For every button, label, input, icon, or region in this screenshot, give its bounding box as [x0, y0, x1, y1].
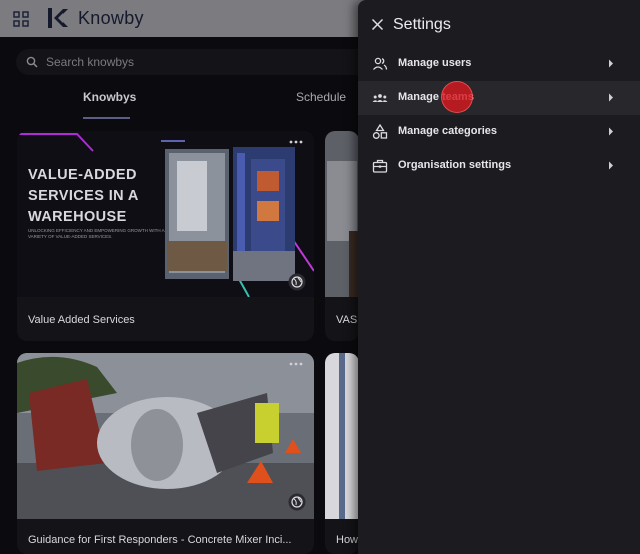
globe-icon — [288, 273, 306, 291]
card-title: Guidance for First Responders - Concrete… — [28, 534, 292, 546]
teams-icon — [372, 94, 388, 102]
globe-icon — [288, 493, 306, 511]
close-icon[interactable] — [371, 18, 384, 31]
settings-drawer: Settings Manage users Manage teams Manag… — [358, 0, 640, 554]
menu-item-organisation-settings[interactable]: Organisation settings — [358, 149, 640, 183]
tab-knowbys[interactable]: Knowbys — [83, 90, 136, 104]
card-title: How — [336, 534, 359, 546]
tab-selected-indicator — [83, 117, 130, 119]
knowby-card[interactable]: VAS — [325, 131, 359, 341]
more-options-icon[interactable] — [288, 361, 304, 367]
chevron-right-icon — [609, 127, 613, 136]
menu-item-label: Manage teams — [398, 91, 474, 103]
knowby-logo-icon[interactable] — [47, 8, 69, 28]
drawer-title: Settings — [393, 16, 451, 33]
chevron-right-icon — [609, 161, 613, 170]
users-icon — [373, 57, 388, 70]
tab-schedule[interactable]: Schedule — [296, 90, 346, 104]
menu-item-manage-users[interactable]: Manage users — [358, 47, 640, 81]
menu-item-label: Manage users — [398, 57, 472, 69]
briefcase-icon — [372, 159, 388, 173]
categories-icon — [372, 124, 388, 139]
thumbnail-heading: VALUE-ADDED SERVICES IN A WAREHOUSE — [28, 167, 139, 225]
menu-item-manage-categories[interactable]: Manage categories — [358, 115, 640, 149]
knowby-card[interactable]: How — [325, 353, 359, 554]
card-thumbnail — [325, 131, 359, 297]
chevron-right-icon — [609, 59, 613, 68]
card-thumbnail — [325, 353, 359, 519]
chevron-right-icon — [609, 93, 613, 102]
app-name: Knowby — [78, 8, 144, 28]
knowby-card[interactable]: Guidance for First Responders - Concrete… — [17, 353, 314, 554]
search-icon — [26, 56, 38, 68]
card-title: Value Added Services — [28, 314, 135, 326]
card-title: VAS — [336, 314, 358, 326]
menu-item-label: Organisation settings — [398, 159, 512, 171]
knowby-card[interactable]: VALUE-ADDED SERVICES IN A WAREHOUSE UNLO… — [17, 131, 314, 341]
menu-item-label: Manage categories — [398, 125, 498, 137]
apps-grid-icon[interactable] — [13, 11, 29, 27]
search-input[interactable] — [46, 49, 406, 75]
more-options-icon[interactable] — [288, 139, 304, 145]
thumbnail-subtext: UNLOCKING EFFICIENCY AND EMPOWERING GROW… — [28, 228, 165, 239]
menu-item-manage-teams[interactable]: Manage teams — [358, 81, 640, 115]
card-thumbnail — [17, 353, 314, 519]
